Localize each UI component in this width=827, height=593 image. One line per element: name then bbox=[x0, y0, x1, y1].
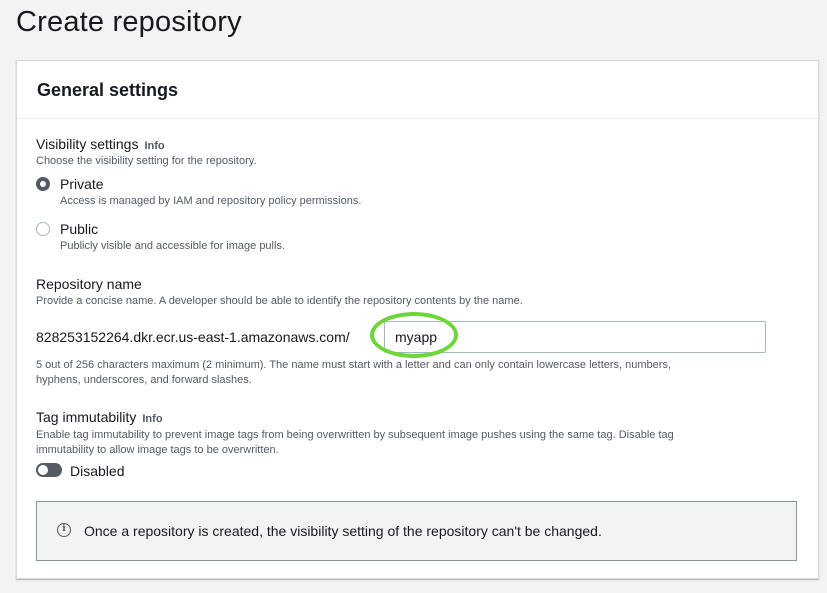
tag-immutability-label-row: Tag immutability Info bbox=[36, 409, 163, 427]
info-icon: i bbox=[57, 523, 71, 537]
visibility-alert: i Once a repository is created, the visi… bbox=[36, 501, 797, 561]
radio-private-label[interactable]: Private bbox=[60, 176, 104, 192]
radio-public-description: Publicly visible and accessible for imag… bbox=[60, 240, 285, 252]
repository-name-help-1: 5 out of 256 characters maximum (2 minim… bbox=[36, 359, 672, 371]
repository-name-input[interactable] bbox=[384, 321, 766, 353]
tag-immutability-toggle-label: Disabled bbox=[70, 463, 125, 479]
panel-header: General settings bbox=[17, 61, 818, 119]
tag-immutability-description-1: Enable tag immutability to prevent image… bbox=[36, 429, 674, 441]
toggle-knob bbox=[38, 465, 48, 475]
repository-name-description: Provide a concise name. A developer shou… bbox=[36, 295, 523, 307]
tag-immutability-description-2: immutability to allow image tags to be o… bbox=[36, 444, 279, 456]
alert-text: Once a repository is created, the visibi… bbox=[84, 523, 602, 539]
repository-name-help-2: hyphens, underscores, and forward slashe… bbox=[36, 374, 252, 386]
repository-name-label: Repository name bbox=[36, 276, 142, 292]
tag-immutability-toggle[interactable] bbox=[36, 463, 62, 477]
page-title: Create repository bbox=[16, 6, 242, 38]
tag-immutability-info-link[interactable]: Info bbox=[142, 413, 162, 425]
visibility-label-row: Visibility settings Info bbox=[36, 136, 165, 154]
visibility-description: Choose the visibility setting for the re… bbox=[36, 155, 257, 167]
general-settings-panel: General settings Visibility settings Info… bbox=[16, 60, 819, 579]
radio-private[interactable] bbox=[36, 177, 50, 191]
visibility-label: Visibility settings bbox=[36, 136, 139, 152]
radio-private-description: Access is managed by IAM and repository … bbox=[60, 195, 362, 207]
repository-uri-prefix: 828253152264.dkr.ecr.us-east-1.amazonaws… bbox=[36, 329, 350, 345]
radio-public-label[interactable]: Public bbox=[60, 221, 98, 237]
tag-immutability-label: Tag immutability bbox=[36, 409, 137, 425]
radio-public[interactable] bbox=[36, 222, 50, 236]
visibility-info-link[interactable]: Info bbox=[144, 140, 164, 152]
